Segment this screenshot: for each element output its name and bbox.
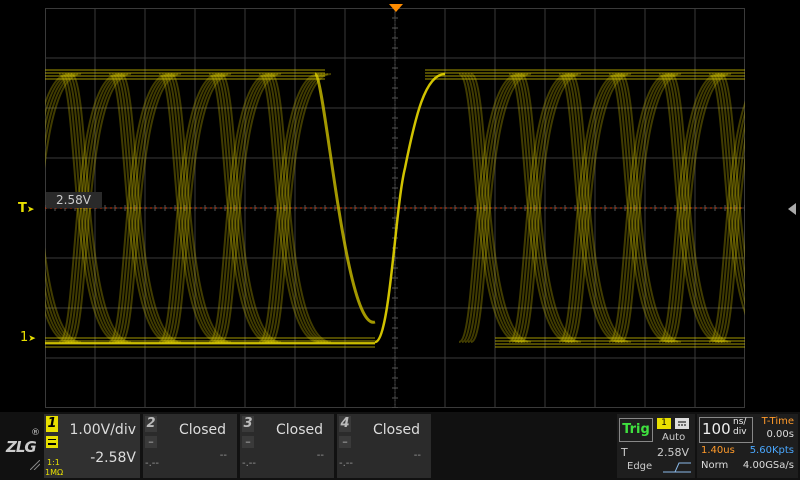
- channel-2-panel[interactable]: 2 – Closed -.-- --: [143, 414, 237, 478]
- channel-4-dash-right: --: [413, 450, 421, 461]
- channel-4-panel[interactable]: 4 – Closed -.-- --: [337, 414, 431, 478]
- channel-1-scale: 1.00V/div: [69, 422, 136, 438]
- trigger-status-label: Trig: [619, 418, 653, 442]
- channel-1-number: 1: [46, 416, 58, 432]
- trigger-source: 1: [657, 418, 671, 429]
- trigger-level-value: 2.58V: [656, 446, 689, 459]
- channel-2-dash-right: --: [219, 450, 227, 461]
- memory-depth: 5.60Kpts: [749, 445, 794, 456]
- channel-3-number: 3: [242, 416, 254, 432]
- acquisition-mode: Norm: [701, 460, 729, 471]
- channel-2-number: 2: [145, 416, 157, 432]
- trigger-level-readout: 2.58V: [46, 192, 102, 208]
- channel-3-dash-left: -.--: [242, 458, 257, 469]
- waveform-display[interactable]: T➤ 2.58V 1➤: [0, 0, 800, 412]
- sample-rate: 4.00GSa/s: [742, 460, 794, 471]
- channel-3-panel[interactable]: 3 – Closed -.-- --: [240, 414, 334, 478]
- trigger-coupling-icon: [675, 418, 689, 429]
- dc-coupling-icon: [46, 436, 58, 448]
- trigger-type: Edge: [627, 461, 653, 472]
- right-panel-arrow-icon[interactable]: [788, 203, 796, 215]
- timebase-panel[interactable]: 100 ns/ div T-Time 0.00s 1.40us 5.60Kpts…: [697, 414, 798, 478]
- resize-grip-icon: [30, 460, 40, 470]
- trigger-level-name: T: [621, 446, 628, 459]
- trigger-position-marker[interactable]: [389, 4, 403, 14]
- channel-4-number: 4: [339, 416, 351, 432]
- trigger-level-marker[interactable]: T➤: [18, 201, 34, 216]
- brand-logo-text: ZLG: [6, 438, 37, 456]
- timebase-value: 100: [702, 420, 731, 438]
- channel-1-probe-ratio: 1:1: [47, 458, 60, 467]
- brand-logo-registered: ®: [31, 428, 40, 438]
- timebase-unit-bottom: div: [733, 427, 747, 437]
- rising-edge-icon: [663, 462, 691, 473]
- timebase-unit-top: ns/: [733, 417, 747, 427]
- channel-1-impedance: 1MΩ: [45, 468, 64, 477]
- channel-3-status: Closed: [276, 422, 324, 438]
- waveform-grid[interactable]: [45, 8, 745, 408]
- trigger-level-marker-label: T: [18, 201, 27, 216]
- channel-4-status: Closed: [373, 422, 421, 438]
- channel-1-offset: -2.58V: [90, 450, 136, 466]
- channel-4-coupling-icon: –: [339, 436, 351, 448]
- channel-3-dash-right: --: [316, 450, 324, 461]
- channel-3-coupling-icon: –: [242, 436, 254, 448]
- channel-2-dash-left: -.--: [145, 458, 160, 469]
- marker-arrow-icon: ➤: [26, 205, 35, 215]
- marker-arrow-icon: ➤: [28, 334, 36, 344]
- trigger-mode: Auto: [662, 432, 686, 443]
- time-position-label: T-Time: [761, 416, 794, 427]
- channel-4-dash-left: -.--: [339, 458, 354, 469]
- channel-2-status: Closed: [179, 422, 227, 438]
- channel-2-coupling-icon: –: [145, 436, 157, 448]
- time-position-value: 0.00s: [766, 429, 794, 440]
- channel-1-panel[interactable]: 1 1:1 1MΩ 1.00V/div -2.58V: [44, 414, 140, 478]
- trigger-panel[interactable]: Trig 1 Auto T 2.58V Edge: [617, 414, 695, 478]
- time-window: 1.40us: [701, 445, 735, 456]
- channel-1-ground-marker[interactable]: 1➤: [20, 330, 36, 345]
- brand-logo: ZLG ®: [4, 428, 42, 474]
